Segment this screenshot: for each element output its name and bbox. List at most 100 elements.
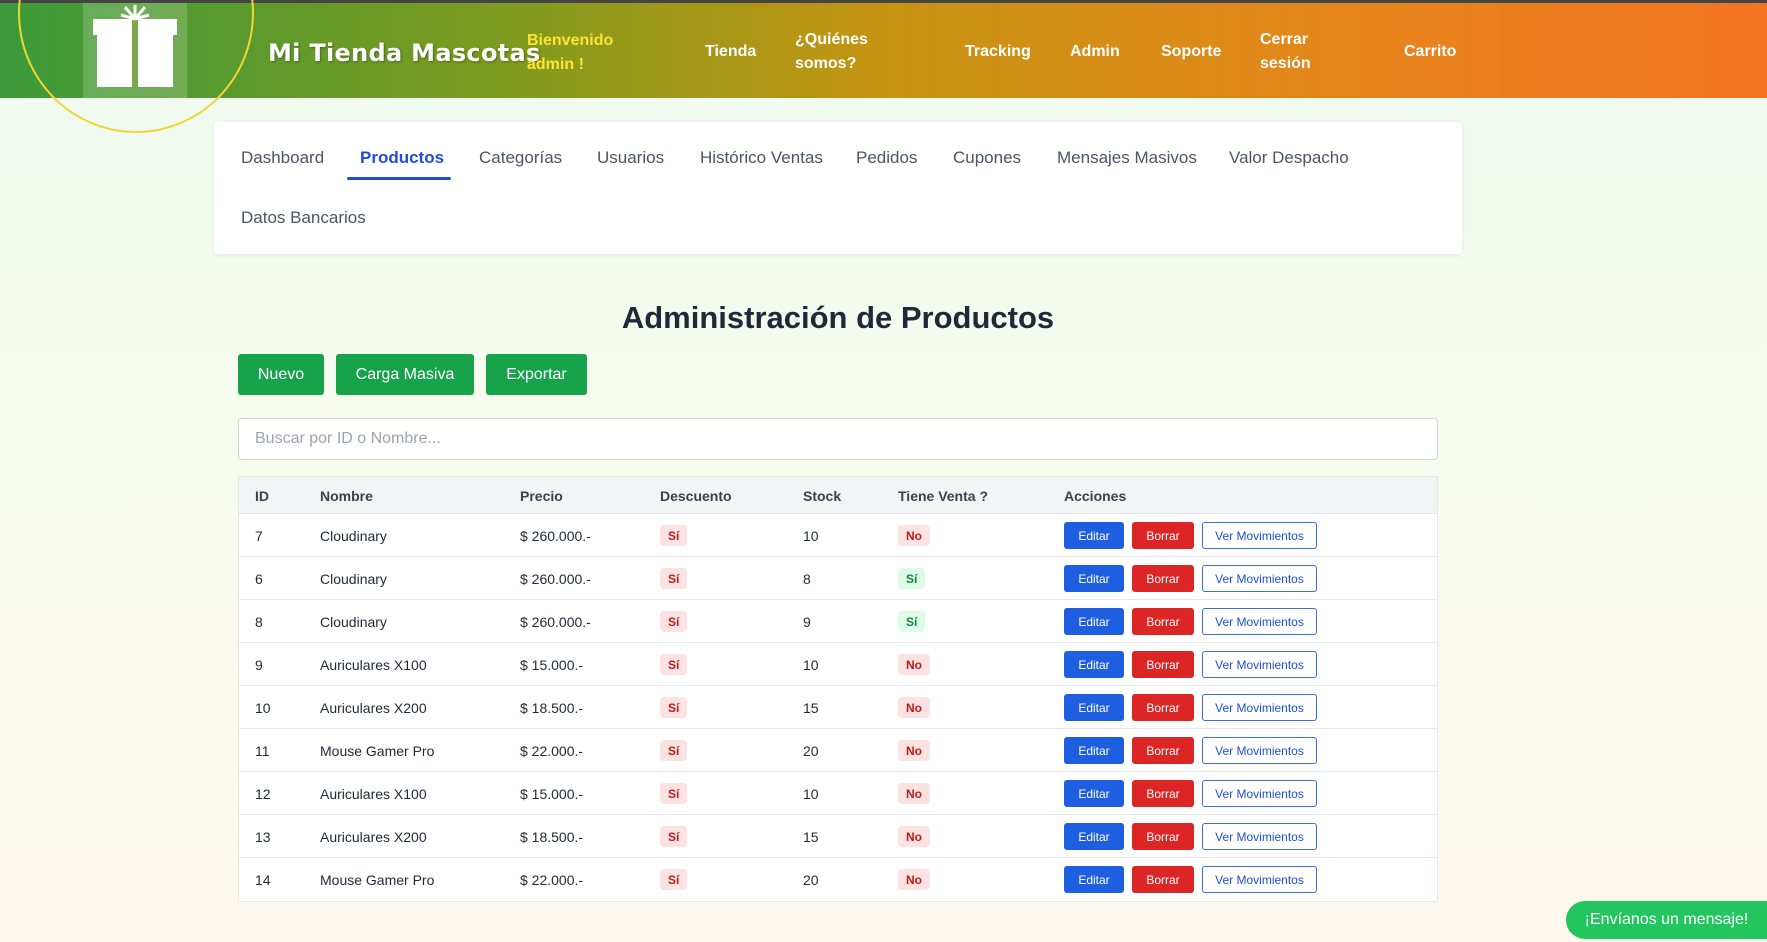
cell-nombre: Cloudinary <box>320 571 387 587</box>
cell-nombre: Cloudinary <box>320 528 387 544</box>
nav-carrito[interactable]: Carrito <box>1404 40 1456 64</box>
brand-name[interactable]: Mi Tienda Mascotas <box>268 39 541 67</box>
edit-button[interactable]: Editar <box>1064 780 1124 807</box>
gift-icon <box>93 5 177 87</box>
tab-mensajes-masivos[interactable]: Mensajes Masivos <box>1057 148 1197 168</box>
venta-badge: No <box>898 654 930 675</box>
nav-cerrar-sesion[interactable]: Cerrar sesión <box>1260 28 1340 76</box>
cell-nombre: Cloudinary <box>320 614 387 630</box>
delete-button[interactable]: Borrar <box>1132 522 1194 549</box>
table-row: 6 Cloudinary $ 260.000.- Sí 8 Sí Editar Borrar V… <box>239 557 1437 600</box>
cell-id: 6 <box>255 571 263 587</box>
view-movements-button[interactable]: Ver Movimientos <box>1202 737 1317 764</box>
col-tiene-venta: Tiene Venta ? <box>898 488 988 504</box>
delete-button[interactable]: Borrar <box>1132 565 1194 592</box>
tab-historico-ventas[interactable]: Histórico Ventas <box>700 148 823 168</box>
view-movements-button[interactable]: Ver Movimientos <box>1202 565 1317 592</box>
delete-button[interactable]: Borrar <box>1132 866 1194 893</box>
cell-nombre: Mouse Gamer Pro <box>320 743 435 759</box>
bulk-upload-button[interactable]: Carga Masiva <box>336 354 474 395</box>
logo[interactable] <box>83 3 187 100</box>
edit-button[interactable]: Editar <box>1064 823 1124 850</box>
edit-button[interactable]: Editar <box>1064 694 1124 721</box>
cell-precio: $ 15.000.- <box>520 786 584 802</box>
table-row: 13 Auriculares X200 $ 18.500.- Sí 15 No Editar… <box>239 815 1437 858</box>
export-button[interactable]: Exportar <box>486 354 587 395</box>
descuento-badge: Sí <box>660 654 688 675</box>
cell-precio: $ 22.000.- <box>520 872 584 888</box>
cell-stock: 20 <box>803 743 819 759</box>
nav-admin[interactable]: Admin <box>1070 40 1120 64</box>
tab-usuarios[interactable]: Usuarios <box>597 148 664 168</box>
tab-dashboard[interactable]: Dashboard <box>241 148 324 168</box>
tab-productos[interactable]: Productos <box>360 148 444 168</box>
nav-quienes-somos[interactable]: ¿Quiénes somos? <box>795 28 905 76</box>
new-product-button[interactable]: Nuevo <box>238 354 324 395</box>
search-input[interactable] <box>238 418 1438 460</box>
view-movements-button[interactable]: Ver Movimientos <box>1202 866 1317 893</box>
edit-button[interactable]: Editar <box>1064 608 1124 635</box>
view-movements-button[interactable]: Ver Movimientos <box>1202 522 1317 549</box>
delete-button[interactable]: Borrar <box>1132 780 1194 807</box>
table-row: 8 Cloudinary $ 260.000.- Sí 9 Sí Editar Borrar V… <box>239 600 1437 643</box>
active-tab-indicator <box>347 177 451 180</box>
cell-stock: 10 <box>803 657 819 673</box>
edit-button[interactable]: Editar <box>1064 866 1124 893</box>
venta-badge: No <box>898 826 930 847</box>
descuento-badge: Sí <box>660 826 688 847</box>
cell-stock: 10 <box>803 528 819 544</box>
tab-valor-despacho[interactable]: Valor Despacho <box>1229 148 1349 168</box>
delete-button[interactable]: Borrar <box>1132 608 1194 635</box>
venta-badge: Sí <box>898 611 926 632</box>
nav-tienda[interactable]: Tienda <box>705 40 756 64</box>
col-precio: Precio <box>520 488 563 504</box>
page-title: Administración de Productos <box>621 300 1055 335</box>
cell-stock: 10 <box>803 786 819 802</box>
delete-button[interactable]: Borrar <box>1132 651 1194 678</box>
descuento-badge: Sí <box>660 697 688 718</box>
view-movements-button[interactable]: Ver Movimientos <box>1202 608 1317 635</box>
delete-button[interactable]: Borrar <box>1132 823 1194 850</box>
view-movements-button[interactable]: Ver Movimientos <box>1202 780 1317 807</box>
tab-pedidos[interactable]: Pedidos <box>856 148 917 168</box>
view-movements-button[interactable]: Ver Movimientos <box>1202 823 1317 850</box>
cell-precio: $ 260.000.- <box>520 571 591 587</box>
cell-id: 10 <box>255 700 271 716</box>
cell-precio: $ 15.000.- <box>520 657 584 673</box>
table-row: 11 Mouse Gamer Pro $ 22.000.- Sí 20 No Editar B… <box>239 729 1437 772</box>
table-row: 14 Mouse Gamer Pro $ 22.000.- Sí 20 No Editar B… <box>239 858 1437 901</box>
cell-stock: 9 <box>803 614 811 630</box>
cell-nombre: Auriculares X200 <box>320 700 427 716</box>
col-nombre: Nombre <box>320 488 373 504</box>
venta-badge: No <box>898 525 930 546</box>
nav-soporte[interactable]: Soporte <box>1161 40 1221 64</box>
table-body: 7 Cloudinary $ 260.000.- Sí 10 No Editar Borrar… <box>239 514 1437 901</box>
cell-precio: $ 260.000.- <box>520 614 591 630</box>
tab-cupones[interactable]: Cupones <box>953 148 1021 168</box>
cell-nombre: Auriculares X200 <box>320 829 427 845</box>
edit-button[interactable]: Editar <box>1064 737 1124 764</box>
cell-id: 14 <box>255 872 271 888</box>
cell-stock: 8 <box>803 571 811 587</box>
table-header: ID Nombre Precio Descuento Stock Tiene V… <box>239 477 1437 514</box>
top-header: Mi Tienda Mascotas Bienvenido admin ! Ti… <box>0 0 1767 133</box>
cell-id: 12 <box>255 786 271 802</box>
view-movements-button[interactable]: Ver Movimientos <box>1202 651 1317 678</box>
delete-button[interactable]: Borrar <box>1132 737 1194 764</box>
venta-badge: No <box>898 740 930 761</box>
tab-datos-bancarios[interactable]: Datos Bancarios <box>241 208 366 228</box>
view-movements-button[interactable]: Ver Movimientos <box>1202 694 1317 721</box>
venta-badge: No <box>898 697 930 718</box>
chat-button[interactable]: ¡Envíanos un mensaje! <box>1566 901 1767 939</box>
col-stock: Stock <box>803 488 842 504</box>
nav-tracking[interactable]: Tracking <box>965 40 1031 64</box>
cell-id: 13 <box>255 829 271 845</box>
edit-button[interactable]: Editar <box>1064 565 1124 592</box>
delete-button[interactable]: Borrar <box>1132 694 1194 721</box>
descuento-badge: Sí <box>660 783 688 804</box>
welcome-message: Bienvenido admin ! <box>527 32 614 73</box>
tab-categorias[interactable]: Categorías <box>479 148 562 168</box>
edit-button[interactable]: Editar <box>1064 651 1124 678</box>
admin-tabs: Dashboard Productos Categorías Usuarios … <box>214 122 1462 254</box>
edit-button[interactable]: Editar <box>1064 522 1124 549</box>
